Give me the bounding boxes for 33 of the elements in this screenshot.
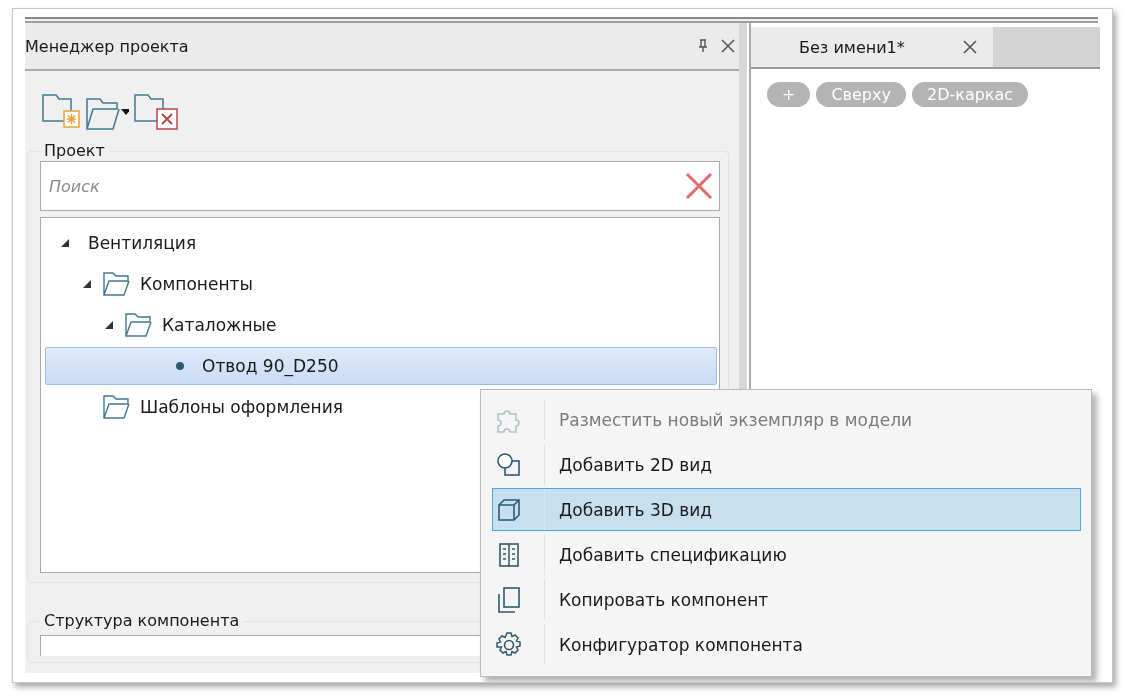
group-label: Проект [40,141,109,160]
clear-icon[interactable] [685,172,713,200]
menu-item[interactable]: Копировать компонент [492,578,1081,621]
panel-title: Менеджер проекта [25,36,190,56]
tree-label: Каталожные [162,315,277,335]
menu-item[interactable]: Добавить 3D вид [492,488,1081,531]
group-label: Структура компонента [40,611,244,630]
menu-item[interactable]: Добавить 2D вид [492,443,1081,486]
document-tab[interactable]: Без имени1* [751,27,993,67]
menu-item[interactable]: Конфигуратор компонента [492,623,1081,666]
expanded-arrow-icon[interactable] [60,238,70,248]
new-folder-icon[interactable] [41,91,81,131]
tree-item[interactable]: Отвод 90_D250 [45,347,717,385]
menu-item[interactable]: Добавить спецификацию [492,533,1081,576]
tree-label: Шаблоны оформления [140,397,343,417]
tree-label: Отвод 90_D250 [202,356,339,376]
tree-label: Компоненты [140,274,253,294]
copy-icon [495,585,523,614]
delete-folder-icon[interactable] [133,91,181,131]
tree-item[interactable]: Вентиляция [45,224,717,262]
expanded-arrow-icon[interactable] [104,320,114,330]
tree-item[interactable]: Компоненты [45,265,717,303]
close-icon[interactable] [721,39,735,53]
tree-label: Вентиляция [88,233,197,253]
close-icon[interactable] [963,40,977,54]
settings-icon [495,630,523,659]
pin-icon[interactable] [697,39,709,53]
open-folder-icon[interactable] [85,97,129,131]
expanded-arrow-icon[interactable] [82,279,92,289]
tree-item[interactable]: Каталожные [45,306,717,344]
circle-square-icon [495,450,523,479]
search-field[interactable]: Поиск [40,161,720,211]
bullet-icon [176,362,184,370]
